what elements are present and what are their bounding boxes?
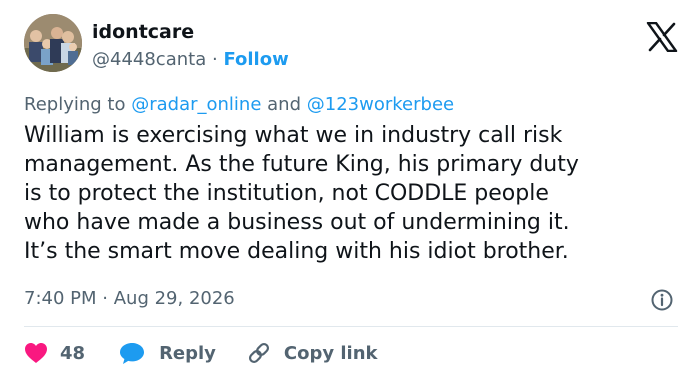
- handle-row: @4448canta · Follow: [92, 48, 289, 72]
- display-name[interactable]: idontcare: [92, 20, 194, 44]
- tweet-date: Aug 29, 2026: [113, 288, 235, 309]
- mention-link[interactable]: @radar_online: [131, 94, 261, 115]
- link-icon: [248, 342, 269, 364]
- separator-dot: ·: [211, 49, 218, 70]
- tweet-time: 7:40 PM: [24, 288, 97, 309]
- reply-label: Reply: [159, 342, 216, 364]
- copy-link-button[interactable]: Copy link: [246, 340, 378, 366]
- copy-link-label: Copy link: [283, 342, 378, 364]
- tweet-timestamp[interactable]: 7:40 PM · Aug 29, 2026: [24, 287, 235, 311]
- follow-button[interactable]: Follow: [223, 49, 288, 70]
- x-logo-icon[interactable]: [646, 22, 678, 52]
- tweet-text: William is exercising what we in industr…: [24, 123, 579, 264]
- separator-dot: ·: [102, 288, 108, 309]
- reply-context: Replying to @radar_online and @123worker…: [24, 93, 454, 117]
- action-bar: 48 Reply Copy link: [24, 339, 378, 367]
- reply-conjunction: and: [267, 94, 302, 115]
- avatar-photo: [24, 14, 82, 72]
- heart-icon: [25, 343, 47, 363]
- avatar[interactable]: [24, 14, 82, 72]
- speech-bubble-icon: [120, 343, 145, 364]
- mention-link[interactable]: @123workerbee: [307, 94, 454, 115]
- like-button[interactable]: 48: [24, 342, 119, 364]
- reply-button[interactable]: Reply: [119, 341, 246, 365]
- info-icon[interactable]: [650, 288, 674, 312]
- reply-prefix: Replying to: [24, 94, 126, 115]
- like-count: 48: [60, 342, 86, 364]
- user-handle[interactable]: @4448canta: [92, 49, 206, 70]
- divider: [24, 326, 678, 327]
